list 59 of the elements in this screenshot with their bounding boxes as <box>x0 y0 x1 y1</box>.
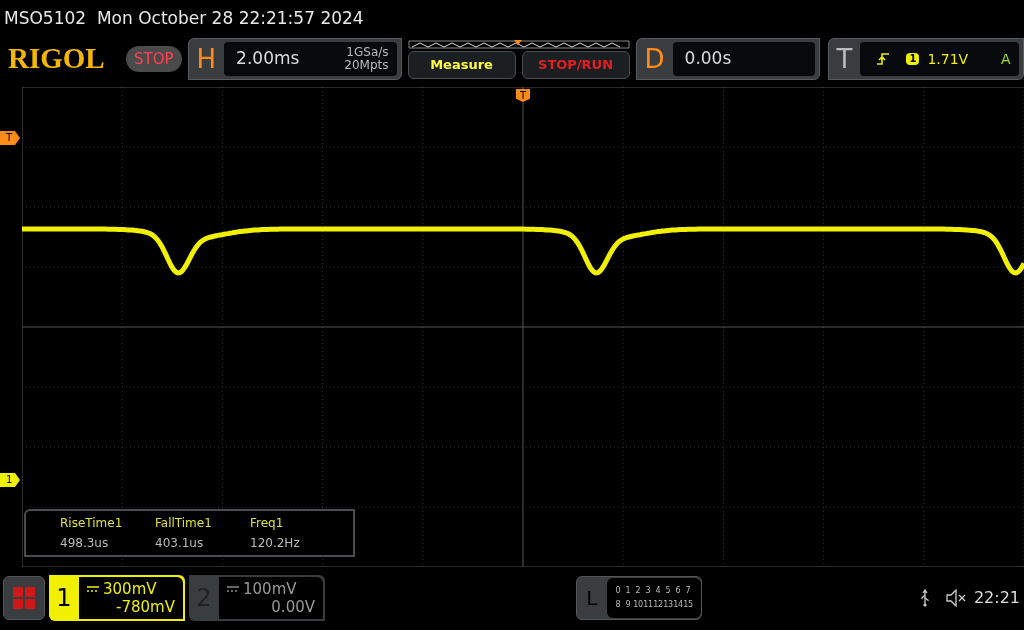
logo: RIGOL <box>8 41 106 77</box>
channel-panel[interactable]: 1 300mV -780mV <box>49 575 185 622</box>
logic-channel-label: 13 <box>662 599 673 612</box>
run-state-badge: STOP <box>126 45 182 73</box>
logic-channel-label: 14 <box>672 599 683 612</box>
channel-scale: 300mV <box>103 580 157 599</box>
logic-channel-label: 11 <box>642 599 653 612</box>
measurement-value: 498.3us <box>60 534 110 552</box>
trigger-mode: A <box>1000 49 1011 69</box>
trigger-level-marker: T <box>0 130 20 145</box>
horizontal-panel[interactable]: H 2.00ms 1GSa/s 20Mpts <box>187 38 402 81</box>
logic-channel-label: 10 <box>632 599 643 612</box>
apps-menu-button[interactable] <box>3 576 45 621</box>
logic-channel-label: 6 <box>674 585 682 598</box>
sample-rate: 1GSa/s <box>346 46 389 60</box>
channel-offset: 0.00V <box>271 598 315 617</box>
trigger-level: 1.71V <box>927 49 969 69</box>
channel-offset: -780mV <box>116 598 175 617</box>
toolbar-button[interactable]: Measure <box>407 51 516 80</box>
logic-channel-label: 8 <box>614 599 622 612</box>
logic-channel-label: 0 <box>614 585 622 598</box>
measurement-name: FallTime1 <box>155 514 213 532</box>
logic-letter: L <box>585 585 599 613</box>
waveform-overview-icon <box>407 39 630 50</box>
logic-channel-label: 12 <box>652 599 663 612</box>
timebase: 2.00ms <box>236 47 300 71</box>
usb-icon <box>919 589 930 608</box>
panel-letter: T <box>835 42 854 76</box>
measurement-value: 403.1us <box>155 534 205 552</box>
rising-edge-icon <box>876 52 891 67</box>
measurement-name: RiseTime1 <box>60 514 124 532</box>
logic-channel-label: 5 <box>664 585 672 598</box>
memory-depth: 20Mpts <box>344 59 389 73</box>
dc-coupling-icon <box>87 586 99 593</box>
logic-channel-label: 7 <box>684 585 692 598</box>
grid-squares-icon <box>13 587 35 610</box>
dc-coupling-icon <box>227 586 239 593</box>
delay-panel[interactable]: D 0.00s <box>635 38 820 81</box>
panel-letter: H <box>195 42 218 76</box>
muted-speaker-icon <box>945 589 966 608</box>
channel-number: 1 <box>55 583 73 615</box>
status-line: MSO5102 Mon October 28 22:21:57 2024 <box>4 6 364 30</box>
clock: 22:21 <box>973 587 1020 610</box>
logic-channel-label: 9 <box>624 599 632 612</box>
measurement-value: 120.2Hz <box>250 534 301 552</box>
panel-letter: D <box>643 42 666 76</box>
logic-channel-label: 15 <box>682 599 693 612</box>
logic-channel-label: 2 <box>634 585 642 598</box>
logic-channel-label: 1 <box>624 585 632 598</box>
logic-channel-label: 3 <box>644 585 652 598</box>
logic-channel-label: 4 <box>654 585 662 598</box>
trigger-position-marker: T <box>516 88 530 102</box>
trigger-source: 1 <box>906 53 920 66</box>
delay-value: 0.00s <box>684 47 732 71</box>
channel-scale: 100mV <box>243 580 297 599</box>
channel-offset-marker: 1 <box>0 472 20 487</box>
trigger-panel[interactable]: T 1 1.71V A <box>827 38 1024 81</box>
measurement-name: Freq1 <box>250 514 285 532</box>
logic-panel[interactable]: L 0 1 2 3 4 5 6 7 8 9 101112131415 <box>575 576 702 621</box>
